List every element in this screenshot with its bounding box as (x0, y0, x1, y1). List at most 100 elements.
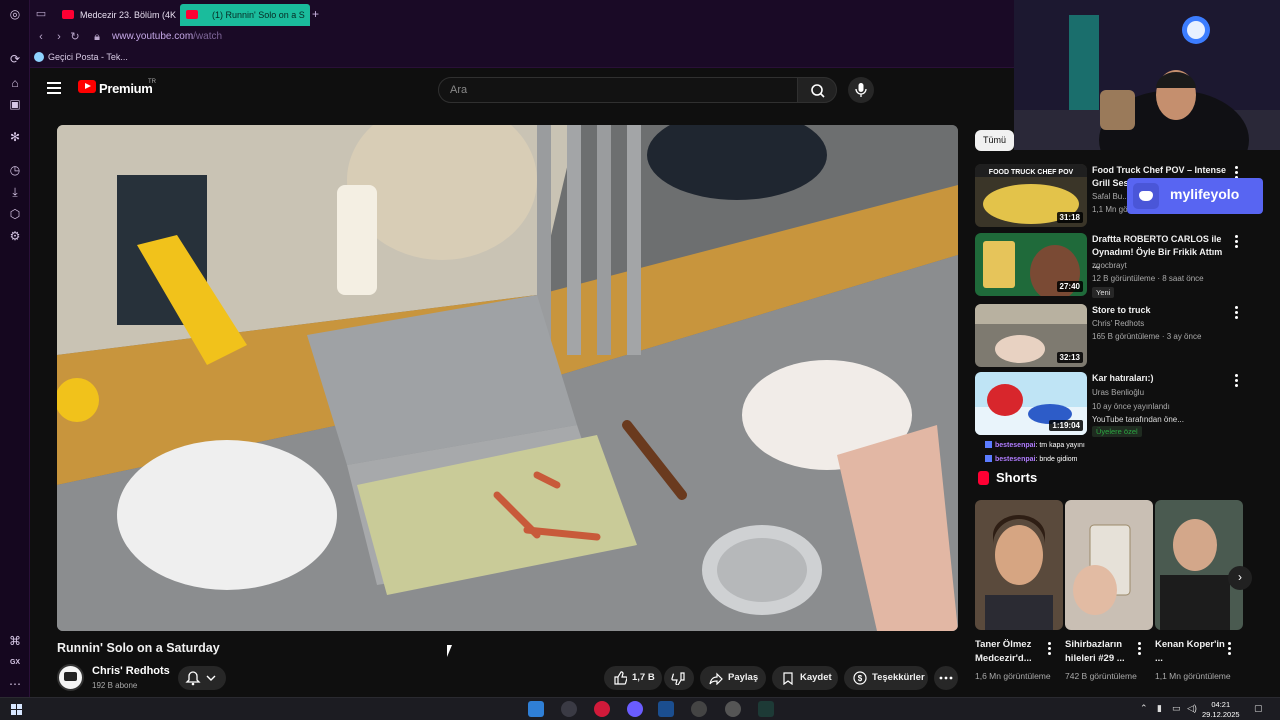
search-input[interactable]: Ara (438, 77, 798, 103)
search-button[interactable] (797, 77, 837, 103)
screen: ◎ ⟳ ⌂ ▣ ✻ ◷ ⤓ ⬡ ⚙ ⌘ GX ⋯ ▭ Medcezir 23. … (0, 0, 1280, 720)
taskbar-app-terminal-icon[interactable] (758, 701, 774, 717)
windows-start-icon[interactable] (11, 704, 22, 715)
chat-text: : bnde gidiom (1035, 456, 1078, 463)
subscriber-count: 192 B abone (92, 681, 138, 690)
notification-icon[interactable]: ▢ (1254, 703, 1263, 714)
video-player[interactable] (57, 125, 958, 631)
tab-medcezir[interactable]: Medcezir 23. Bölüm (4K) (56, 4, 176, 26)
channel-avatar[interactable] (57, 664, 84, 691)
extensions-icon[interactable]: ⬡ (8, 207, 22, 221)
taskbar-app-steam-icon[interactable] (658, 701, 674, 717)
short-title[interactable]: Kenan Koper'in ... (1155, 638, 1225, 666)
downloads-icon[interactable]: ⤓ (8, 185, 22, 199)
more-actions-button[interactable] (934, 666, 958, 690)
more-options-icon[interactable] (1235, 306, 1239, 320)
bookmark-icon (783, 672, 793, 685)
menu-hamburger-icon[interactable] (47, 82, 61, 94)
short-views: 1,1 Mn görüntüleme (1155, 671, 1231, 681)
recommendation-channel[interactable]: Uras Benlioğlu (1092, 388, 1144, 397)
video-thumbnail[interactable]: 1:19:04 (975, 372, 1087, 435)
video-duration: 1:19:04 (1049, 420, 1083, 431)
more-options-icon[interactable] (1228, 642, 1232, 657)
share-button[interactable]: Paylaş (700, 666, 766, 690)
youtube-brand[interactable]: Premium (99, 81, 153, 96)
recommendation-item[interactable]: 1:19:04 Kar hatıraları:) Uras Benlioğlu … (975, 372, 1275, 437)
url-field[interactable]: www.youtube.com/watch (112, 31, 222, 42)
new-tab-button[interactable]: + (312, 7, 319, 21)
gx-control-icon[interactable]: ⟳ (8, 52, 22, 66)
bell-icon (185, 671, 216, 686)
taskbar-app-explorer-icon[interactable] (528, 701, 544, 717)
short-thumbnail[interactable] (1155, 500, 1243, 630)
super-thanks-icon: $ (853, 671, 867, 685)
reload-icon[interactable]: ↻ (68, 30, 82, 44)
notification-bell-button[interactable] (178, 666, 226, 690)
taskbar-clock[interactable]: 04:21 29.12.2025 (1202, 700, 1240, 720)
tab-runnin-solo[interactable]: (1) Runnin' Solo on a S (180, 4, 310, 26)
save-button[interactable]: Kaydet (772, 666, 838, 690)
taskbar-app-opera-gx-icon[interactable] (594, 701, 610, 717)
recommendation-item[interactable]: 32:13 Store to truck Chris' Redhots 165 … (975, 304, 1275, 368)
recommendation-channel[interactable]: Safal Bu... (1092, 192, 1129, 201)
video-duration: 32:13 (1056, 352, 1083, 363)
tray-mic-icon[interactable]: ▮ (1157, 703, 1162, 714)
chat-badge-icon (985, 441, 992, 448)
dislike-button[interactable] (664, 666, 694, 690)
filter-chip-all[interactable]: Tümü (975, 130, 1015, 151)
more-options-icon[interactable] (1138, 642, 1142, 657)
next-arrow-button[interactable]: › (1228, 566, 1252, 590)
tray-volume-icon[interactable]: ◁) (1187, 703, 1197, 714)
more-options-icon[interactable] (1048, 642, 1052, 657)
recommendation-title[interactable]: Kar hatıraları:) (1092, 372, 1232, 385)
thanks-label: Teşekkürler (872, 672, 925, 683)
tab-menu-icon[interactable]: ▭ (34, 7, 48, 21)
tray-chevron-icon[interactable]: ⌃ (1140, 703, 1148, 714)
opera-logo-icon[interactable]: ◎ (8, 7, 22, 21)
more-options-icon[interactable] (1235, 235, 1239, 249)
shorts-heading-label: Shorts (996, 470, 1038, 485)
gx-corner-icon[interactable]: ⌂ (8, 76, 22, 90)
lock-icon: 🔒︎ (94, 31, 100, 43)
tray-display-icon[interactable]: ▭ (1172, 703, 1181, 714)
webcam-overlay (1014, 0, 1280, 150)
short-thumbnail[interactable] (975, 500, 1063, 630)
history-icon[interactable]: ◷ (8, 163, 22, 177)
like-button[interactable]: 1,7 B (604, 666, 662, 690)
recommendation-channel[interactable]: zgocbrayt (1092, 261, 1127, 270)
recommendation-item[interactable]: 27:40 Draftta ROBERTO CARLOS ile Oynadım… (975, 233, 1275, 298)
tab-strip: ▭ Medcezir 23. Bölüm (4K) (1) Runnin' So… (30, 0, 1020, 28)
recommendation-title[interactable]: Store to truck (1092, 304, 1232, 317)
youtube-logo-icon[interactable] (78, 80, 96, 93)
video-thumbnail[interactable]: FOOD TRUCK CHEF POV 31:18 (975, 164, 1087, 227)
video-thumbnail[interactable]: 32:13 (975, 304, 1087, 367)
gx-logo-icon[interactable]: GX (8, 656, 22, 670)
channel-name[interactable]: Chris' Redhots (92, 665, 170, 677)
taskbar-app-obs-icon[interactable] (561, 701, 577, 717)
video-thumbnail[interactable]: 27:40 (975, 233, 1087, 296)
bookmark-gecici-posta[interactable]: Geçici Posta - Tek... (34, 52, 128, 62)
more-icon[interactable]: ⋯ (8, 677, 22, 691)
bookmark-favicon-icon (34, 52, 44, 62)
short-thumbnail[interactable] (1065, 500, 1153, 630)
more-options-icon[interactable] (1235, 374, 1239, 388)
taskbar-app-capture-icon[interactable] (691, 701, 707, 717)
video-duration: 31:18 (1056, 212, 1083, 223)
forward-icon[interactable]: › (52, 30, 66, 44)
like-count: 1,7 B (632, 672, 655, 683)
thanks-button[interactable]: $ Teşekkürler (844, 666, 928, 690)
recommendation-meta: 165 B görüntüleme · 3 ay önce (1092, 332, 1202, 341)
taskbar-app-settings-icon[interactable] (725, 701, 741, 717)
voice-search-button[interactable] (848, 77, 874, 103)
settings-gear-icon[interactable]: ⚙ (8, 229, 22, 243)
back-icon[interactable]: ‹ (34, 30, 48, 44)
recommendation-promoted: YouTube tarafından öne... (1092, 415, 1184, 424)
thumbnail-text: FOOD TRUCK CHEF POV (989, 169, 1074, 176)
pin-icon[interactable]: ⌘ (8, 634, 22, 648)
short-title[interactable]: Taner Ölmez Medcezir'd... (975, 638, 1045, 666)
chatgpt-icon[interactable]: ✻ (8, 130, 22, 144)
short-title[interactable]: Sihirbazların hileleri #29 ... (1065, 638, 1135, 666)
taskbar-app-discord-icon[interactable] (627, 701, 643, 717)
messenger-icon[interactable]: ▣ (8, 97, 22, 111)
recommendation-channel[interactable]: Chris' Redhots (1092, 319, 1144, 328)
